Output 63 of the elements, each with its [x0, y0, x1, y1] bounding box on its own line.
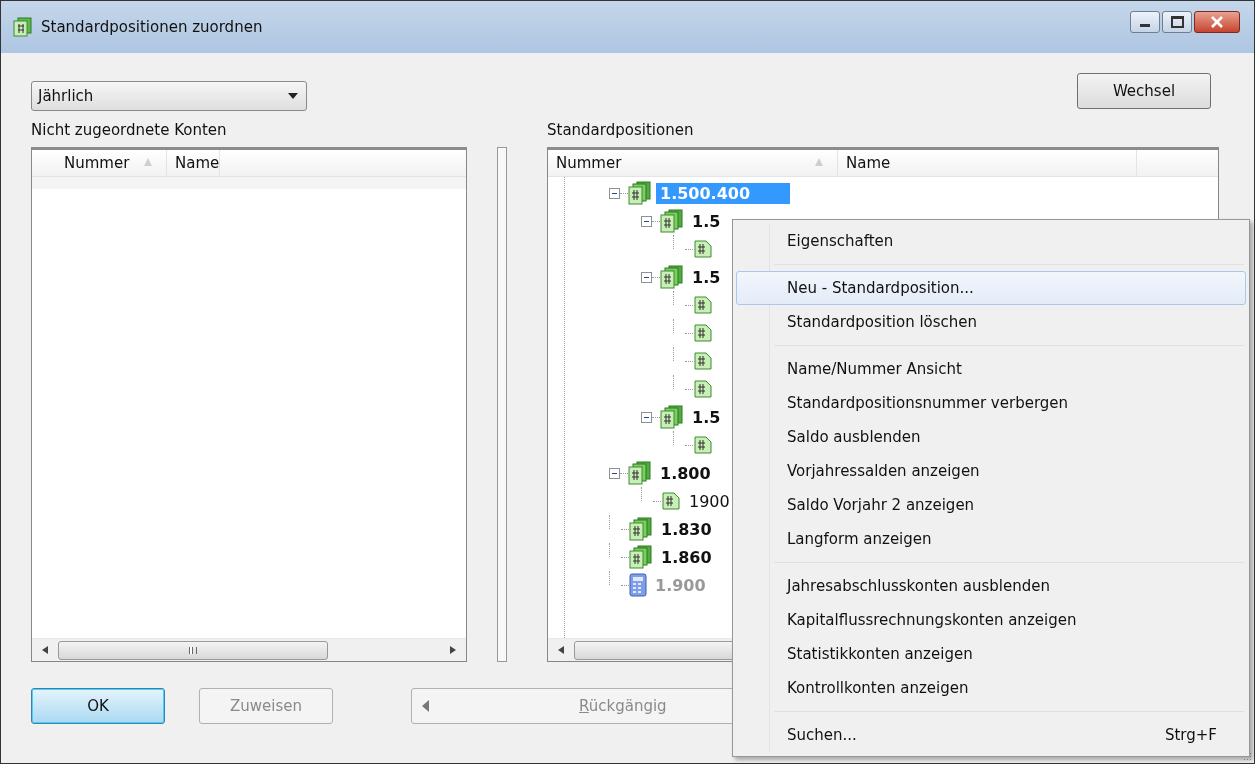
menu-item[interactable]: Standardposition löschen	[736, 305, 1246, 339]
menu-item[interactable]: Standardpositionsnummer verbergen	[736, 386, 1246, 420]
page-icon	[693, 323, 713, 343]
window-title: Standardpositionen zuordnen	[41, 18, 263, 36]
page-icon	[693, 351, 713, 371]
horizontal-scrollbar[interactable]	[32, 638, 466, 661]
collapse-toggle[interactable]	[641, 215, 652, 227]
column-header[interactable]: Name	[838, 150, 1137, 176]
period-dropdown[interactable]: Jährlich	[31, 81, 307, 111]
panel-label: Standardpositionen	[547, 120, 695, 141]
close-icon	[1210, 16, 1224, 28]
maximize-button[interactable]	[1162, 11, 1192, 33]
collapse-toggle[interactable]	[641, 411, 652, 423]
menu-item[interactable]: Eigenschaften	[736, 224, 1246, 258]
stacked-pages-icon	[660, 405, 684, 429]
right-arrow-icon[interactable]	[450, 646, 456, 654]
splitter-handle[interactable]	[497, 147, 507, 662]
panel-label: Nicht zugeordnete Konten	[31, 120, 228, 141]
stacked-pages-icon	[660, 209, 684, 233]
menu-item[interactable]: Saldo ausblenden	[736, 420, 1246, 454]
stacked-pages-icon	[660, 265, 684, 289]
menu-item[interactable]: Neu - Standardposition...	[736, 271, 1246, 305]
stacked-pages-icon	[629, 545, 653, 569]
page-icon	[693, 295, 713, 315]
menu-item[interactable]: Saldo Vorjahr 2 anzeigen	[736, 488, 1246, 522]
left-arrow-icon	[422, 700, 429, 712]
stacked-pages-icon	[628, 181, 652, 205]
menu-item[interactable]: Kapitalflussrechnungskonten anzeigen	[736, 603, 1246, 637]
close-button[interactable]	[1194, 11, 1240, 33]
app-icon	[13, 17, 33, 37]
menu-item[interactable]: Vorjahressalden anzeigen	[736, 454, 1246, 488]
page-icon	[661, 491, 681, 511]
left-arrow-icon[interactable]	[558, 646, 564, 654]
column-header[interactable]: Nummer	[548, 150, 838, 176]
tree-item[interactable]: 1.860	[657, 546, 716, 568]
page-icon	[693, 435, 713, 455]
tree-item[interactable]: 1.830	[657, 518, 716, 540]
tree-item[interactable]: 1.5	[688, 406, 725, 428]
resize-grip-icon[interactable]	[1242, 751, 1252, 761]
tree-item[interactable]: 1.5	[688, 210, 725, 232]
page-icon	[693, 239, 713, 259]
collapse-toggle[interactable]	[609, 467, 620, 479]
tree-item[interactable]: 1900	[685, 490, 734, 512]
menu-item[interactable]: Langform anzeigen	[736, 522, 1246, 556]
collapse-toggle[interactable]	[641, 271, 652, 283]
column-header[interactable]: Name	[167, 150, 221, 176]
left-arrow-icon[interactable]	[42, 646, 48, 654]
grip-icon	[189, 646, 197, 654]
column-header[interactable]: Nummer	[32, 150, 167, 176]
stacked-pages-icon	[628, 461, 652, 485]
calculator-icon	[629, 573, 647, 597]
dialog-button[interactable]: OK	[31, 688, 165, 724]
page-icon	[693, 379, 713, 399]
collapse-toggle[interactable]	[609, 187, 620, 199]
tree-item[interactable]: 1.800	[656, 462, 715, 484]
change-button[interactable]: Wechsel	[1077, 73, 1211, 109]
menu-item[interactable]: Statistikkonten anzeigen	[736, 637, 1246, 671]
tree-item[interactable]: 1.5	[688, 266, 725, 288]
menu-item[interactable]: Name/Nummer Ansicht	[736, 352, 1246, 386]
stacked-pages-icon	[629, 517, 653, 541]
caret-icon	[288, 93, 298, 99]
menu-item[interactable]: Jahresabschlusskonten ausblenden	[736, 569, 1246, 603]
minimize-button[interactable]	[1130, 11, 1160, 33]
